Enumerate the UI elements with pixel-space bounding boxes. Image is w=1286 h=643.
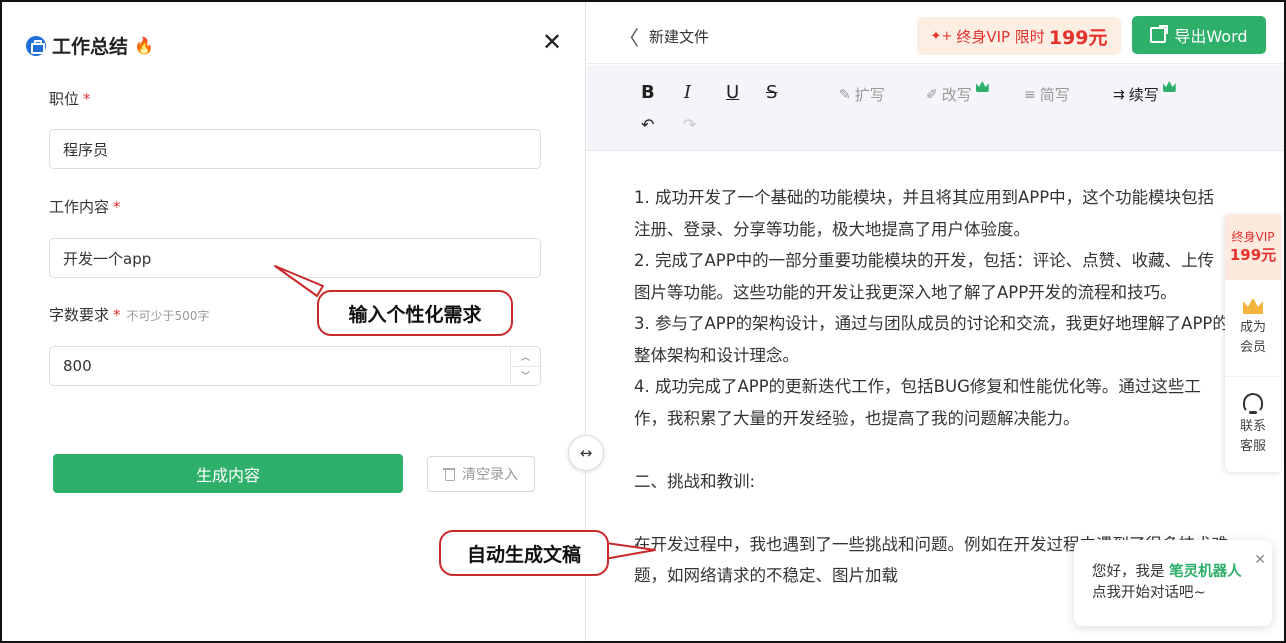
redo-icon[interactable]: ↷: [683, 115, 696, 134]
simplify-button[interactable]: ≡ 简写: [1024, 84, 1070, 105]
chat-greeting: 您好，我是: [1092, 564, 1165, 580]
document-title: 新建文件: [649, 28, 710, 46]
word-count-label-text: 字数要求: [49, 306, 110, 324]
editor-toolbar: B I U S ✎ 扩写 ✐ 改写 ≡ 简写 ⇉ 续写 ↶ ↷: [587, 65, 1284, 151]
callout-auto-text: 自动生成文稿: [466, 543, 581, 566]
paragraph: 3. 参与了APP的架构设计，通过与团队成员的讨论和交流，我更好地理解了APP的…: [634, 314, 1229, 365]
chat-bot-name: 笔灵机器人: [1169, 564, 1242, 580]
app-window: 工作总结 🔥 ✕ 职位 * 程序员 工作内容 * 开发一个app 字数要求 * 不可少于…: [0, 0, 1286, 643]
headset-icon: [1243, 392, 1263, 414]
close-icon[interactable]: ✕: [542, 28, 562, 56]
position-input[interactable]: 程序员: [49, 129, 541, 169]
export-icon: [1150, 25, 1169, 43]
panel-title: 工作总结: [52, 36, 129, 58]
close-icon[interactable]: ✕: [1254, 550, 1266, 571]
service-line1: 联系: [1239, 418, 1266, 434]
undo-icon[interactable]: ↶: [641, 115, 654, 134]
side-float-bar: 终身VIP 199元 成为 会员 联系 客服: [1225, 214, 1281, 472]
stepper-down-icon[interactable]: ﹀: [511, 367, 540, 386]
continue-button[interactable]: ⇉ 续写: [1113, 81, 1176, 105]
briefcase-logo-icon: [26, 35, 46, 56]
panel-header: 工作总结 🔥: [26, 32, 154, 59]
float-vip-price: 199元: [1229, 246, 1277, 264]
vip-crown-icon: [1162, 81, 1176, 92]
float-vip-label: 终身VIP: [1231, 230, 1275, 244]
fire-icon: 🔥: [134, 36, 154, 55]
section-heading: 二、挑战和教训:: [634, 471, 756, 491]
clear-button[interactable]: 清空录入: [427, 456, 535, 492]
italic-button[interactable]: I: [684, 82, 691, 103]
member-line1: 成为: [1239, 320, 1266, 335]
word-count-stepper: ︿ ﹀: [510, 347, 540, 385]
editor-panel: 〈 新建文件 ✦+ 终身VIP 限时 199元 导出Word B I U S ✎…: [587, 2, 1284, 641]
generate-button[interactable]: 生成内容: [53, 454, 403, 493]
strikethrough-button[interactable]: S: [766, 82, 777, 103]
required-mark: *: [113, 198, 121, 216]
document-body[interactable]: 1. 成功开发了一个基础的功能模块，并且将其应用到APP中，这个功能模块包括注册…: [634, 182, 1230, 592]
service-line2: 客服: [1239, 438, 1266, 454]
rewrite-icon: ✐: [926, 86, 938, 103]
expand-label: 扩写: [854, 86, 885, 104]
word-count-hint: 不可少于500字: [126, 309, 210, 323]
float-vip-button[interactable]: 终身VIP 199元: [1225, 214, 1281, 280]
word-count-input[interactable]: 800 ︿ ﹀: [49, 346, 541, 386]
callout-pointer: [274, 265, 324, 297]
continue-icon: ⇉: [1113, 86, 1125, 103]
export-word-label: 导出Word: [1174, 27, 1248, 46]
chat-greeting-line: 您好，我是 笔灵机器人: [1092, 562, 1272, 583]
work-content-label: 工作内容 *: [49, 196, 121, 217]
position-label: 职位 *: [49, 88, 91, 109]
chat-prompt: 点我开始对话吧~: [1092, 585, 1206, 601]
continue-label: 续写: [1128, 86, 1159, 104]
member-line2: 会员: [1239, 340, 1266, 355]
vip-crown-icon: [975, 81, 989, 92]
required-mark: *: [113, 306, 121, 324]
word-count-value: 800: [63, 357, 92, 375]
editor-header: 〈 新建文件 ✦+ 终身VIP 限时 199元 导出Word: [587, 2, 1284, 64]
simplify-label: 简写: [1039, 86, 1070, 104]
vip-promo-text: 终身VIP 限时: [956, 27, 1045, 46]
trash-icon: [443, 467, 456, 481]
position-value: 程序员: [63, 140, 109, 159]
expand-icon: ✎: [839, 86, 851, 103]
sparkle-icon: ✦+: [930, 28, 953, 44]
become-member-button[interactable]: 成为 会员: [1225, 280, 1281, 376]
vip-promo-button[interactable]: ✦+ 终身VIP 限时 199元: [917, 17, 1121, 55]
bold-button[interactable]: B: [641, 82, 655, 103]
position-label-text: 职位: [49, 90, 80, 108]
rewrite-label: 改写: [941, 86, 972, 104]
word-count-label: 字数要求 * 不可少于500字: [49, 304, 209, 325]
simplify-icon: ≡: [1024, 86, 1036, 103]
crown-icon: [1243, 298, 1263, 314]
contact-service-button[interactable]: 联系 客服: [1225, 376, 1281, 472]
generate-button-label: 生成内容: [195, 465, 260, 485]
rewrite-button[interactable]: ✐ 改写: [926, 81, 989, 105]
export-word-button[interactable]: 导出Word: [1132, 16, 1266, 54]
paragraph: 2. 完成了APP中的一部分重要功能模块的开发，包括：评论、点赞、收藏、上传图片…: [634, 251, 1215, 302]
callout-auto-generate: 自动生成文稿: [439, 530, 609, 576]
stepper-up-icon[interactable]: ︿: [511, 347, 540, 367]
vip-promo-price: 199元: [1048, 26, 1108, 49]
callout-input-requirements: 输入个性化需求: [317, 290, 513, 336]
work-content-label-text: 工作内容: [49, 198, 110, 216]
chatbot-bubble[interactable]: ✕ 您好，我是 笔灵机器人 点我开始对话吧~: [1074, 540, 1272, 626]
expand-button[interactable]: ✎ 扩写: [839, 84, 885, 105]
paragraph: 1. 成功开发了一个基础的功能模块，并且将其应用到APP中，这个功能模块包括注册…: [634, 188, 1215, 239]
required-mark: *: [83, 90, 91, 108]
back-arrow-icon[interactable]: 〈: [619, 22, 639, 51]
callout-input-text: 输入个性化需求: [348, 303, 482, 326]
clear-button-label: 清空录入: [462, 467, 518, 483]
panel-resize-handle[interactable]: ↔: [568, 435, 604, 471]
paragraph: 4. 成功完成了APP的更新迭代工作，包括BUG修复和性能优化等。通过这些工作，…: [634, 377, 1201, 428]
work-content-value: 开发一个app: [63, 249, 152, 268]
underline-button[interactable]: U: [726, 82, 739, 103]
